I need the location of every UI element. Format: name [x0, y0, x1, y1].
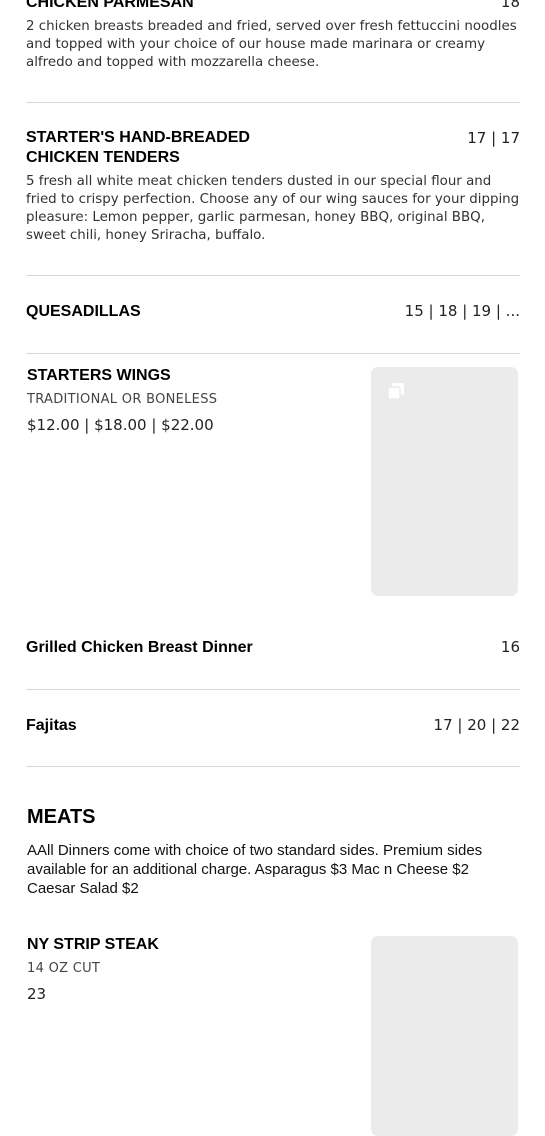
- item-name-quesadillas[interactable]: QUESADILLAS: [26, 302, 141, 322]
- divider: [26, 766, 520, 767]
- item-name-ny-strip[interactable]: NY STRIP STEAK: [27, 935, 159, 955]
- divider: [26, 275, 520, 276]
- section-title-meats: MEATS: [27, 806, 96, 828]
- item-price-quesadillas: 15 | 18 | 19 | ...: [404, 302, 520, 320]
- item-name-chicken-parmesan[interactable]: CHICKEN PARMESAN: [26, 0, 194, 13]
- item-name-fajitas[interactable]: Fajitas: [26, 716, 77, 736]
- gallery-icon: [387, 383, 404, 400]
- item-price-chicken-parmesan: 18: [500, 0, 520, 11]
- item-name-grilled-chicken[interactable]: Grilled Chicken Breast Dinner: [26, 638, 253, 658]
- item-image-starters-wings[interactable]: [371, 367, 518, 596]
- item-description-chicken-tenders: 5 fresh all white meat chicken tenders d…: [26, 174, 520, 243]
- item-price-ny-strip: 23: [27, 985, 47, 1003]
- item-image-ny-strip[interactable]: [371, 936, 518, 1136]
- item-price-chicken-tenders: 17 | 17: [467, 129, 520, 147]
- item-name-line: CHICKEN TENDERS: [26, 149, 180, 166]
- divider: [26, 689, 520, 690]
- section-description-meats: AAll Dinners come with choice of two sta…: [27, 842, 483, 897]
- item-price-fajitas: 17 | 20 | 22: [433, 716, 520, 734]
- item-subtitle-starters-wings: TRADITIONAL OR BONELESS: [27, 392, 218, 407]
- item-name-chicken-tenders[interactable]: STARTER'S HAND-BREADED CHICKEN TENDERS: [26, 128, 326, 168]
- item-name-line: STARTER'S HAND-BREADED: [26, 129, 250, 146]
- divider: [26, 353, 520, 354]
- item-subtitle-ny-strip: 14 OZ CUT: [27, 961, 101, 976]
- divider: [26, 102, 520, 103]
- item-name-starters-wings[interactable]: STARTERS WINGS: [27, 366, 171, 386]
- item-description-chicken-parmesan: 2 chicken breasts breaded and fried, ser…: [26, 19, 517, 70]
- item-price-starters-wings: $12.00 | $18.00 | $22.00: [27, 416, 214, 434]
- item-price-grilled-chicken: 16: [500, 638, 520, 656]
